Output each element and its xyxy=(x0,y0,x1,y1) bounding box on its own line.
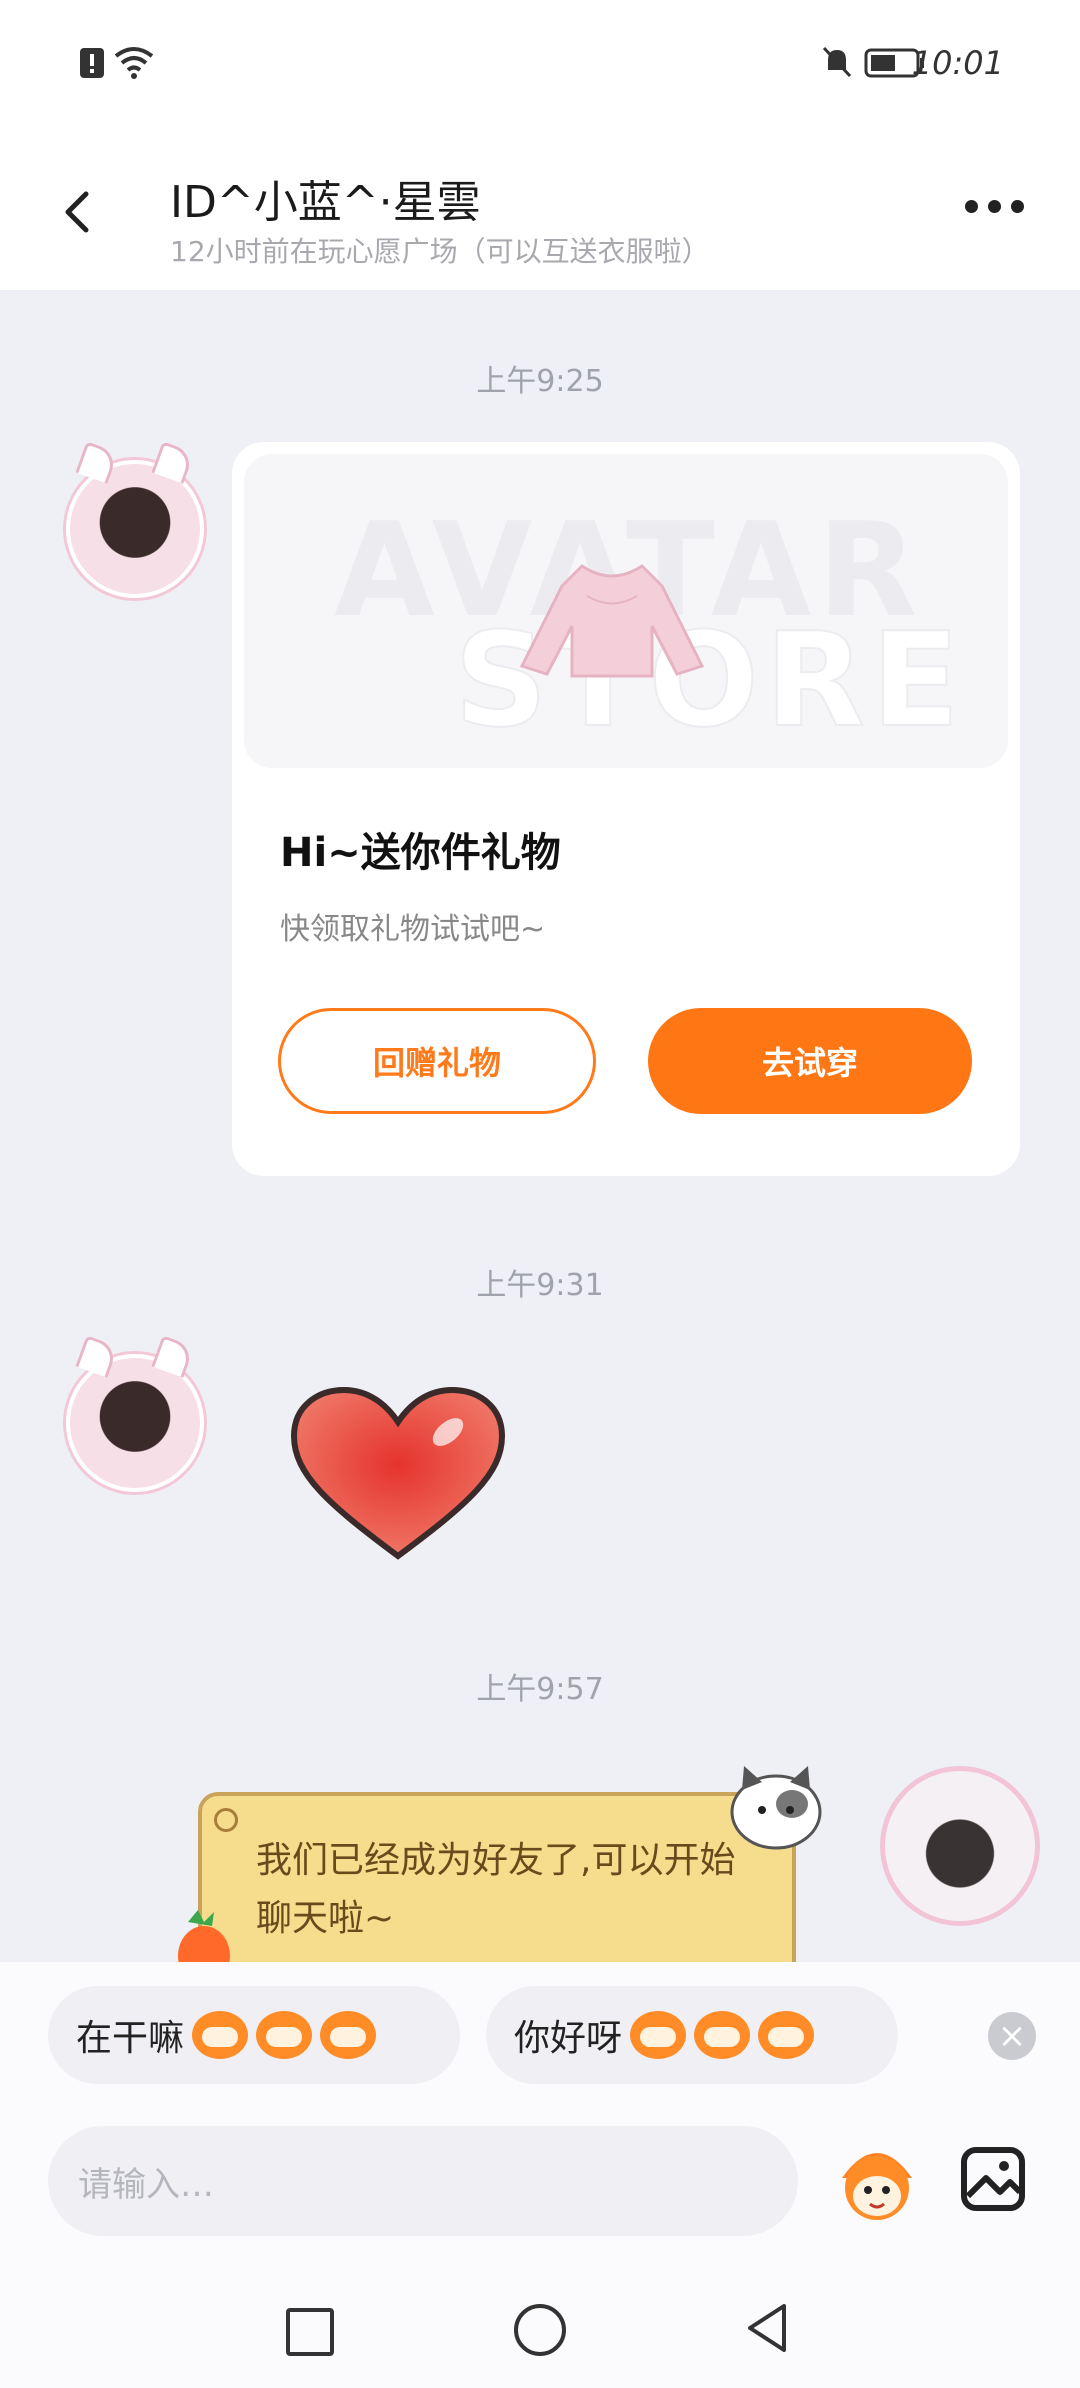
message-timestamp: 上午9:31 xyxy=(476,1268,604,1303)
system-nav-bar xyxy=(0,2264,1080,2388)
message-timestamp: 上午9:57 xyxy=(476,1672,604,1707)
emoji-face-icon xyxy=(192,2011,249,2059)
close-quick-replies-icon[interactable]: × xyxy=(988,2012,1036,2060)
composer-area: 在干嘛 你好呀 × 请输入… xyxy=(0,1962,1080,2388)
back-icon[interactable] xyxy=(56,190,100,234)
back-nav-icon[interactable] xyxy=(742,2300,792,2356)
friend-avatar[interactable] xyxy=(66,1335,204,1492)
more-icon[interactable] xyxy=(965,200,1024,213)
emoji-face-icon xyxy=(758,2011,815,2059)
recents-icon[interactable] xyxy=(286,2308,334,2356)
my-avatar[interactable] xyxy=(880,1766,1040,1926)
pin-icon xyxy=(214,1808,238,1832)
return-gift-button[interactable]: 回赠礼物 xyxy=(278,1008,596,1114)
sweater-image xyxy=(519,564,705,678)
try-on-button[interactable]: 去试穿 xyxy=(648,1008,972,1114)
mute-bell-icon xyxy=(822,46,852,78)
quick-reply-chip[interactable]: 你好呀 xyxy=(486,1986,898,2084)
friend-avatar[interactable] xyxy=(66,441,204,598)
emoji-face-icon xyxy=(320,2011,377,2059)
message-input[interactable]: 请输入… xyxy=(48,2126,798,2236)
message-timestamp: 上午9:25 xyxy=(476,364,604,399)
emoji-face-icon xyxy=(256,2011,313,2059)
gift-desc: 快领取礼物试试吧~ xyxy=(280,912,546,947)
heart-sticker[interactable] xyxy=(288,1384,508,1564)
contact-status: 12小时前在玩心愿广场（可以互送衣服啦） xyxy=(170,235,710,268)
clock: 10:01 xyxy=(911,44,1004,82)
gift-image: AVATAR STORE xyxy=(244,454,1008,768)
contact-name[interactable]: ID^小蓝^·星雲 xyxy=(170,166,481,230)
status-bar: 10:01 xyxy=(0,0,1080,130)
gift-title: Hi~送你件礼物 xyxy=(280,830,561,876)
quick-reply-label: 你好呀 xyxy=(514,2018,623,2059)
chat-header: ID^小蓝^·星雲 12小时前在玩心愿广场（可以互送衣服啦） xyxy=(0,130,1080,290)
home-icon[interactable] xyxy=(514,2304,566,2356)
emoji-face-icon xyxy=(630,2011,687,2059)
gift-card[interactable]: AVATAR STORE Hi~送你件礼物 快领取礼物试试吧~ 回赠礼物 去试穿 xyxy=(232,442,1020,1176)
cat-decoration-icon xyxy=(730,1766,822,1850)
battery-alert-icon xyxy=(80,48,104,78)
sticker-icon[interactable] xyxy=(832,2138,922,2224)
quick-reply-label: 在干嘛 xyxy=(76,2018,185,2059)
emoji-face-icon xyxy=(694,2011,751,2059)
quick-reply-chip[interactable]: 在干嘛 xyxy=(48,1986,460,2084)
wifi-icon xyxy=(114,47,154,79)
image-icon[interactable] xyxy=(958,2144,1028,2214)
friendship-notice-text: 我们已经成为好友了,可以开始聊天啦~ xyxy=(256,1840,736,1939)
